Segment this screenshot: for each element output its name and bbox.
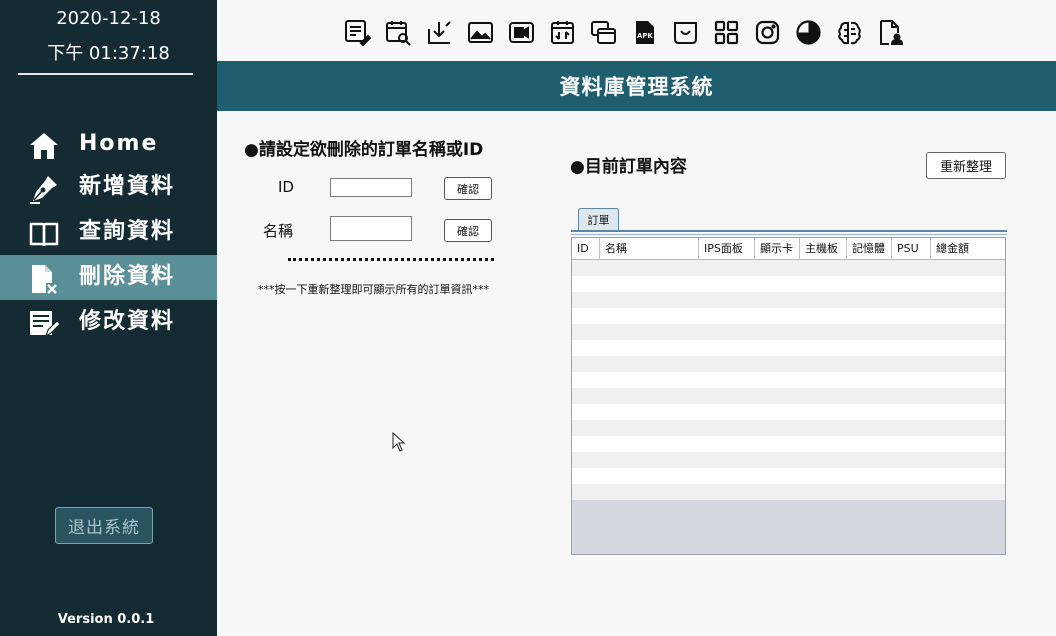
tab-underline-secondary: [571, 234, 1007, 235]
sidebar-item-label: 查詢資料: [79, 219, 176, 244]
pie-chart-icon[interactable]: [795, 17, 822, 47]
table-row[interactable]: [572, 260, 1005, 276]
sidebar-item-label: 新增資料: [79, 174, 176, 199]
list-edit-icon[interactable]: [344, 17, 371, 47]
instagram-icon[interactable]: [754, 17, 781, 47]
table-row[interactable]: [572, 404, 1005, 420]
orders-heading: ●目前訂單內容: [570, 157, 687, 177]
sidebar-divider: [18, 73, 193, 75]
apk-file-icon[interactable]: APK: [631, 17, 658, 47]
column-header-gpu[interactable]: 顯示卡: [755, 238, 800, 260]
image-icon[interactable]: [467, 17, 494, 47]
table-row[interactable]: [572, 436, 1005, 452]
table-header: ID 名稱 IPS面板 顯示卡 主機板 記憶體 PSU 總金額: [572, 238, 1005, 260]
open-book-icon: [28, 218, 60, 250]
version-label: Version 0.0.1: [57, 612, 155, 627]
column-header-memory[interactable]: 記憶體: [847, 238, 892, 260]
id-label: ID: [278, 178, 294, 196]
edit-document-icon: [28, 308, 60, 340]
table-row[interactable]: [572, 324, 1005, 340]
tab-underline: [571, 230, 1007, 232]
table-row[interactable]: [572, 372, 1005, 388]
column-header-id[interactable]: ID: [572, 238, 600, 260]
table-row[interactable]: [572, 308, 1005, 324]
name-label: 名稱: [263, 222, 294, 240]
column-header-total[interactable]: 總金額: [931, 238, 1005, 260]
column-header-psu[interactable]: PSU: [892, 238, 931, 260]
table-row[interactable]: [572, 388, 1005, 404]
table-row[interactable]: [572, 468, 1005, 484]
table-row[interactable]: [572, 292, 1005, 308]
sidebar-item-query[interactable]: 查詢資料: [0, 210, 217, 255]
sidebar-item-label: Home: [79, 131, 159, 156]
exit-button[interactable]: 退出系統: [55, 507, 153, 544]
sidebar-item-label: 修改資料: [79, 309, 176, 334]
column-header-ips-panel[interactable]: IPS面板: [699, 238, 755, 260]
apk-text: APK: [637, 32, 654, 40]
id-confirm-button[interactable]: 確認: [444, 177, 492, 200]
sidebar-item-delete[interactable]: 刪除資料: [0, 255, 217, 300]
home-icon: [28, 130, 60, 162]
page-title: 資料庫管理系統: [217, 61, 1056, 111]
table-row[interactable]: [572, 484, 1005, 500]
brain-icon[interactable]: [836, 17, 863, 47]
tab-orders[interactable]: 訂單: [578, 208, 619, 231]
column-header-name[interactable]: 名稱: [600, 238, 699, 260]
id-input[interactable]: [330, 178, 412, 197]
table-row[interactable]: [572, 452, 1005, 468]
table-body: [572, 260, 1005, 500]
table-row[interactable]: [572, 356, 1005, 372]
sidebar-item-edit[interactable]: 修改資料: [0, 300, 217, 345]
copy-windows-icon[interactable]: [590, 17, 617, 47]
pen-nib-icon: [28, 173, 60, 205]
sidebar: 2020-12-18 下午 01:37:18 Home 新增資料 查詢資料 刪除…: [0, 0, 217, 636]
sidebar-item-label: 刪除資料: [79, 264, 176, 289]
refresh-hint: ***按一下重新整理即可顯示所有的訂單資訊***: [258, 283, 489, 296]
table-row[interactable]: [572, 340, 1005, 356]
name-confirm-button[interactable]: 確認: [444, 219, 492, 242]
video-camera-icon[interactable]: [508, 17, 535, 47]
calendar-icon[interactable]: [549, 17, 576, 47]
dotted-divider: [288, 258, 494, 261]
column-header-motherboard[interactable]: 主機板: [800, 238, 847, 260]
time-display: 下午 01:37:18: [47, 43, 170, 64]
calendar-search-icon[interactable]: [385, 17, 412, 47]
table-row[interactable]: [572, 276, 1005, 292]
toolbar: APK: [344, 17, 918, 51]
inbox-smile-icon[interactable]: [672, 17, 699, 47]
name-input[interactable]: [330, 216, 412, 241]
file-delete-icon: [28, 263, 60, 295]
refresh-button[interactable]: 重新整理: [926, 152, 1006, 179]
sidebar-item-add[interactable]: 新增資料: [0, 165, 217, 210]
delete-form-heading: ●請設定欲刪除的訂單名稱或ID: [244, 140, 484, 160]
date-display: 2020-12-18: [56, 8, 161, 29]
sidebar-item-home[interactable]: Home: [0, 122, 217, 167]
orders-table[interactable]: ID 名稱 IPS面板 顯示卡 主機板 記憶體 PSU 總金額: [571, 237, 1006, 555]
table-row[interactable]: [572, 420, 1005, 436]
download-arrow-icon[interactable]: [426, 17, 453, 47]
mouse-cursor-icon: [392, 431, 406, 456]
file-user-icon[interactable]: [877, 17, 904, 47]
grid-apps-icon[interactable]: [713, 17, 740, 47]
